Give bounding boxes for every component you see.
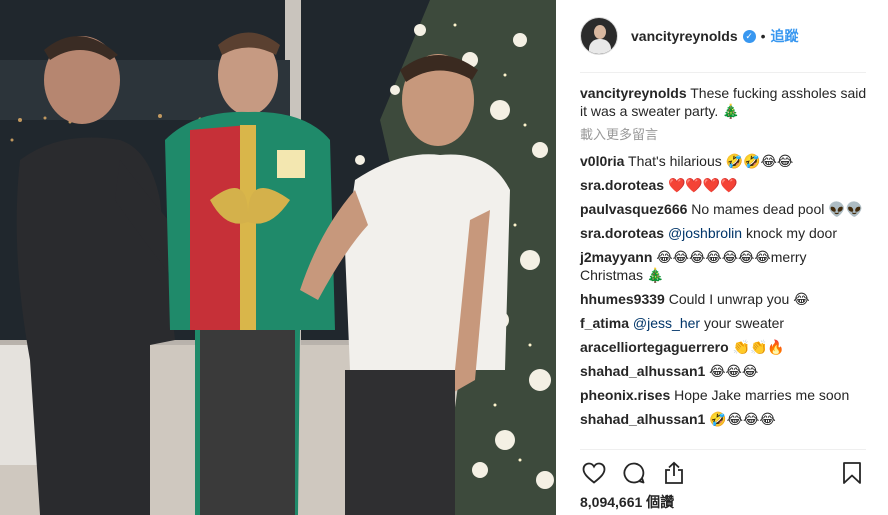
- comment-text: your sweater: [700, 315, 785, 331]
- comment-mention-link[interactable]: @jess_her: [633, 315, 700, 331]
- comment-username[interactable]: j2mayyann: [580, 249, 652, 265]
- comment-item: sra.doroteas ❤️❤️❤️❤️: [580, 176, 870, 194]
- verified-badge-icon: ✓: [742, 29, 756, 43]
- comment-item: shahad_alhussan1 😂😂😂: [580, 362, 870, 380]
- comment-username[interactable]: aracelliortegaguerrero: [580, 339, 729, 355]
- comment-text: Hope Jake marries me soon: [674, 387, 850, 403]
- comment-item: v0l0ria That's hilarious 🤣🤣😂😂: [580, 152, 870, 170]
- avatar[interactable]: [580, 17, 618, 55]
- avatar-shirt: [589, 39, 611, 54]
- comment-username[interactable]: paulvasquez666: [580, 201, 687, 217]
- comment-text: 👏👏🔥: [732, 339, 785, 355]
- comment-text: Could I unwrap you 😂: [668, 291, 810, 307]
- comment-username[interactable]: hhumes9339: [580, 291, 665, 307]
- comment-username[interactable]: v0l0ria: [580, 153, 624, 169]
- save-button[interactable]: [836, 457, 868, 489]
- comment-item: sra.doroteas @joshbrolin knock my door: [580, 224, 870, 242]
- comment-item: f_atima @jess_her your sweater: [580, 314, 870, 332]
- comment-item: shahad_alhussan1 🤣😂😂😂: [580, 410, 870, 428]
- caption: vancityreynolds These fucking assholes s…: [580, 84, 870, 120]
- comment-text: knock my door: [742, 225, 838, 241]
- likes-count[interactable]: 8,094,661 個讚: [580, 492, 674, 512]
- avatar-face: [594, 25, 606, 39]
- post-photo[interactable]: [0, 0, 556, 515]
- comments-list: vancityreynolds These fucking assholes s…: [580, 84, 870, 434]
- comment-button[interactable]: [618, 457, 650, 489]
- comment-mention-link[interactable]: @joshbrolin: [668, 225, 742, 241]
- comment-item: hhumes9339 Could I unwrap you 😂: [580, 290, 870, 308]
- comment-username[interactable]: sra.doroteas: [580, 225, 664, 241]
- post-side-panel: vancityreynolds ✓ • 追蹤 vancityreynolds T…: [556, 0, 888, 515]
- load-more-comments-button[interactable]: 載入更多留言: [580, 126, 870, 144]
- comment-text: That's hilarious 🤣🤣😂😂: [628, 153, 794, 169]
- heart-icon: [582, 462, 606, 484]
- comment-username[interactable]: f_atima: [580, 315, 629, 331]
- comment-item: pheonix.rises Hope Jake marries me soon: [580, 386, 870, 404]
- follow-button[interactable]: 追蹤: [771, 26, 799, 46]
- share-icon: [665, 461, 683, 484]
- photo-illustration: [0, 0, 556, 515]
- post-header: vancityreynolds ✓ • 追蹤: [556, 0, 888, 72]
- actions-divider: [580, 449, 866, 450]
- header-divider: [580, 72, 866, 73]
- comment-icon: [623, 462, 645, 484]
- header-username[interactable]: vancityreynolds: [631, 28, 738, 44]
- header-separator: •: [760, 28, 766, 44]
- like-button[interactable]: [578, 457, 610, 489]
- bookmark-icon: [843, 462, 861, 484]
- comment-text: ❤️❤️❤️❤️: [667, 177, 738, 193]
- comment-item: j2mayyann 😂😂😂😂😂😂😂merry Christmas 🎄: [580, 248, 870, 284]
- comment-item: aracelliortegaguerrero 👏👏🔥: [580, 338, 870, 356]
- caption-username[interactable]: vancityreynolds: [580, 85, 687, 101]
- comment-username[interactable]: sra.doroteas: [580, 177, 664, 193]
- comment-item: paulvasquez666 No mames dead pool 👽👽: [580, 200, 870, 218]
- comment-username[interactable]: shahad_alhussan1: [580, 411, 705, 427]
- action-bar: [578, 457, 868, 489]
- comment-text: 🤣😂😂😂: [709, 411, 776, 427]
- comment-text: No mames dead pool 👽👽: [691, 201, 864, 217]
- comment-username[interactable]: pheonix.rises: [580, 387, 670, 403]
- instagram-post: vancityreynolds ✓ • 追蹤 vancityreynolds T…: [0, 0, 888, 515]
- share-button[interactable]: [658, 457, 690, 489]
- comment-username[interactable]: shahad_alhussan1: [580, 363, 705, 379]
- comment-text: 😂😂😂: [709, 363, 759, 379]
